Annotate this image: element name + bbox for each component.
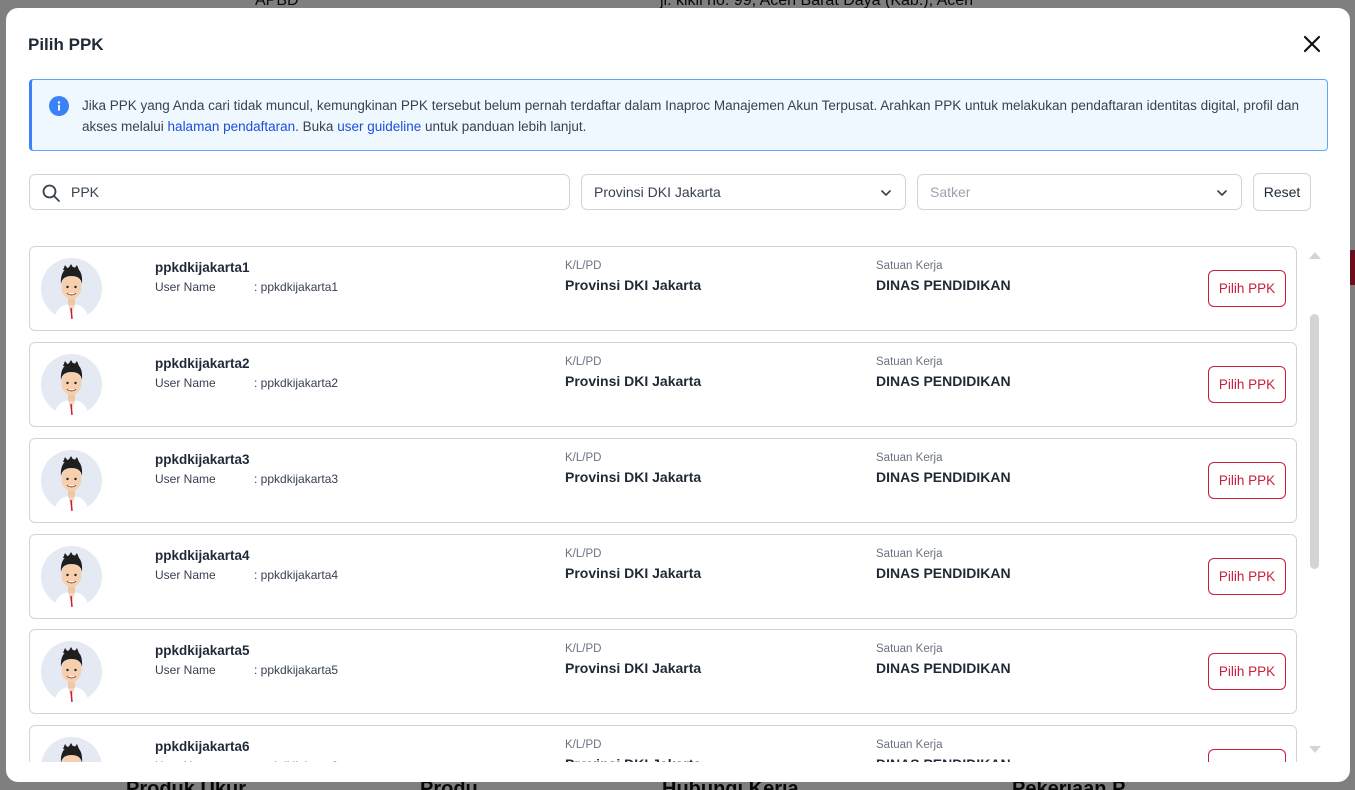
registration-page-link[interactable]: halaman pendaftaran: [168, 119, 296, 134]
close-button[interactable]: [1302, 34, 1322, 54]
satker-value: DINAS PENDIDIKAN: [876, 373, 1011, 389]
username-label: User Name: [155, 568, 216, 582]
klpd-value: Provinsi DKI Jakarta: [565, 565, 702, 581]
user-avatar-icon: [41, 737, 102, 762]
username-label: User Name: [155, 759, 216, 762]
username-value: : ppkdkijakarta2: [254, 376, 339, 390]
pilih-ppk-button[interactable]: Pilih PPK: [1208, 653, 1286, 690]
satker-value: DINAS PENDIDIKAN: [876, 469, 1011, 485]
user-avatar-icon: [41, 450, 102, 511]
username-value: : ppkdkijakarta5: [254, 663, 339, 677]
klpd-value: Provinsi DKI Jakarta: [565, 373, 702, 389]
klpd-label: K/L/PD: [565, 643, 602, 655]
ppk-card: ppkdkijakarta6 User Name : ppkdkijakarta…: [29, 725, 1297, 762]
scroll-down-icon[interactable]: [1308, 745, 1322, 755]
klpd-label: K/L/PD: [565, 452, 602, 464]
avatar: [41, 546, 102, 607]
ppk-name: ppkdkijakarta1: [155, 260, 250, 275]
satker-select[interactable]: Satker: [917, 174, 1242, 210]
klpd-value: Provinsi DKI Jakarta: [565, 469, 702, 485]
pilih-ppk-button[interactable]: Pilih PPK: [1208, 270, 1286, 307]
ppk-card: ppkdkijakarta1 User Name : ppkdkijakarta…: [29, 246, 1297, 331]
scrollbar-thumb[interactable]: [1310, 314, 1319, 569]
klpd-label: K/L/PD: [565, 548, 602, 560]
klpd-value: Provinsi DKI Jakarta: [565, 756, 701, 762]
satker-label: Satuan Kerja: [876, 548, 943, 560]
satker-label: Satuan Kerja: [876, 643, 943, 655]
search-field[interactable]: [29, 174, 570, 210]
province-select[interactable]: Provinsi DKI Jakarta: [581, 174, 906, 210]
user-avatar-icon: [41, 354, 102, 415]
username-label: User Name: [155, 663, 216, 677]
ppk-name: ppkdkijakarta6: [155, 739, 250, 754]
reset-button[interactable]: Reset: [1253, 173, 1311, 211]
username-value: : ppkdkijakarta3: [254, 472, 339, 486]
pilih-ppk-button[interactable]: Pilih PPK: [1208, 558, 1286, 595]
ppk-name: ppkdkijakarta3: [155, 452, 250, 467]
username-value: : ppkdkijakarta1: [254, 280, 339, 294]
pilih-ppk-button[interactable]: Pilih PPK: [1208, 366, 1286, 403]
pilih-ppk-modal: Pilih PPK Jika PPK yang Anda cari tidak …: [6, 8, 1350, 782]
avatar: [41, 641, 102, 702]
avatar: [41, 450, 102, 511]
pilih-ppk-button[interactable]: Pilih PPK: [1208, 749, 1286, 762]
info-text: . Buka: [295, 119, 338, 134]
klpd-label: K/L/PD: [565, 739, 602, 751]
avatar: [41, 737, 102, 762]
info-icon: [49, 96, 69, 116]
satker-value: DINAS PENDIDIKAN: [876, 277, 1011, 293]
satker-value: DINAS PENDIDIKAN: [876, 756, 1011, 762]
klpd-value: Provinsi DKI Jakarta: [565, 660, 702, 676]
chevron-down-icon: [881, 190, 891, 196]
satker-value: DINAS PENDIDIKAN: [876, 660, 1011, 676]
avatar: [41, 258, 102, 319]
satker-label: Satuan Kerja: [876, 260, 943, 272]
info-text: untuk panduan lebih lanjut.: [421, 119, 587, 134]
ppk-card: ppkdkijakarta4 User Name : ppkdkijakarta…: [29, 534, 1297, 619]
ppk-card: ppkdkijakarta5 User Name : ppkdkijakarta…: [29, 629, 1297, 714]
ppk-name: ppkdkijakarta2: [155, 356, 250, 371]
modal-header: Pilih PPK: [6, 8, 1350, 78]
username-value: : ppkdkijakarta4: [254, 568, 339, 582]
ppk-name: ppkdkijakarta5: [155, 643, 250, 658]
satker-value: DINAS PENDIDIKAN: [876, 565, 1011, 581]
pilih-ppk-button[interactable]: Pilih PPK: [1208, 462, 1286, 499]
username-label: User Name: [155, 280, 216, 294]
chevron-down-icon: [1217, 190, 1227, 196]
close-icon: [1303, 35, 1321, 53]
username-value: : ppkdkijakarta6: [254, 759, 338, 762]
satker-label: Satuan Kerja: [876, 739, 943, 751]
info-alert: Jika PPK yang Anda cari tidak muncul, ke…: [29, 79, 1328, 151]
klpd-value: Provinsi DKI Jakarta: [565, 277, 702, 293]
username-label: User Name: [155, 472, 216, 486]
search-input[interactable]: [71, 175, 561, 209]
ppk-card: ppkdkijakarta2 User Name : ppkdkijakarta…: [29, 342, 1297, 427]
avatar: [41, 354, 102, 415]
scroll-up-icon[interactable]: [1308, 250, 1322, 260]
search-icon: [42, 184, 60, 202]
user-avatar-icon: [41, 641, 102, 702]
satker-select-placeholder: Satker: [930, 184, 971, 200]
user-guideline-link[interactable]: user guideline: [337, 119, 421, 134]
ppk-card: ppkdkijakarta3 User Name : ppkdkijakarta…: [29, 438, 1297, 523]
province-select-value: Provinsi DKI Jakarta: [594, 184, 721, 200]
ppk-list: ppkdkijakarta1 User Name : ppkdkijakarta…: [29, 246, 1297, 762]
klpd-label: K/L/PD: [565, 356, 602, 368]
satker-label: Satuan Kerja: [876, 452, 943, 464]
satker-label: Satuan Kerja: [876, 356, 943, 368]
user-avatar-icon: [41, 258, 102, 319]
klpd-label: K/L/PD: [565, 260, 602, 272]
ppk-name: ppkdkijakarta4: [155, 548, 250, 563]
user-avatar-icon: [41, 546, 102, 607]
modal-title: Pilih PPK: [28, 35, 104, 54]
username-label: User Name: [155, 376, 216, 390]
